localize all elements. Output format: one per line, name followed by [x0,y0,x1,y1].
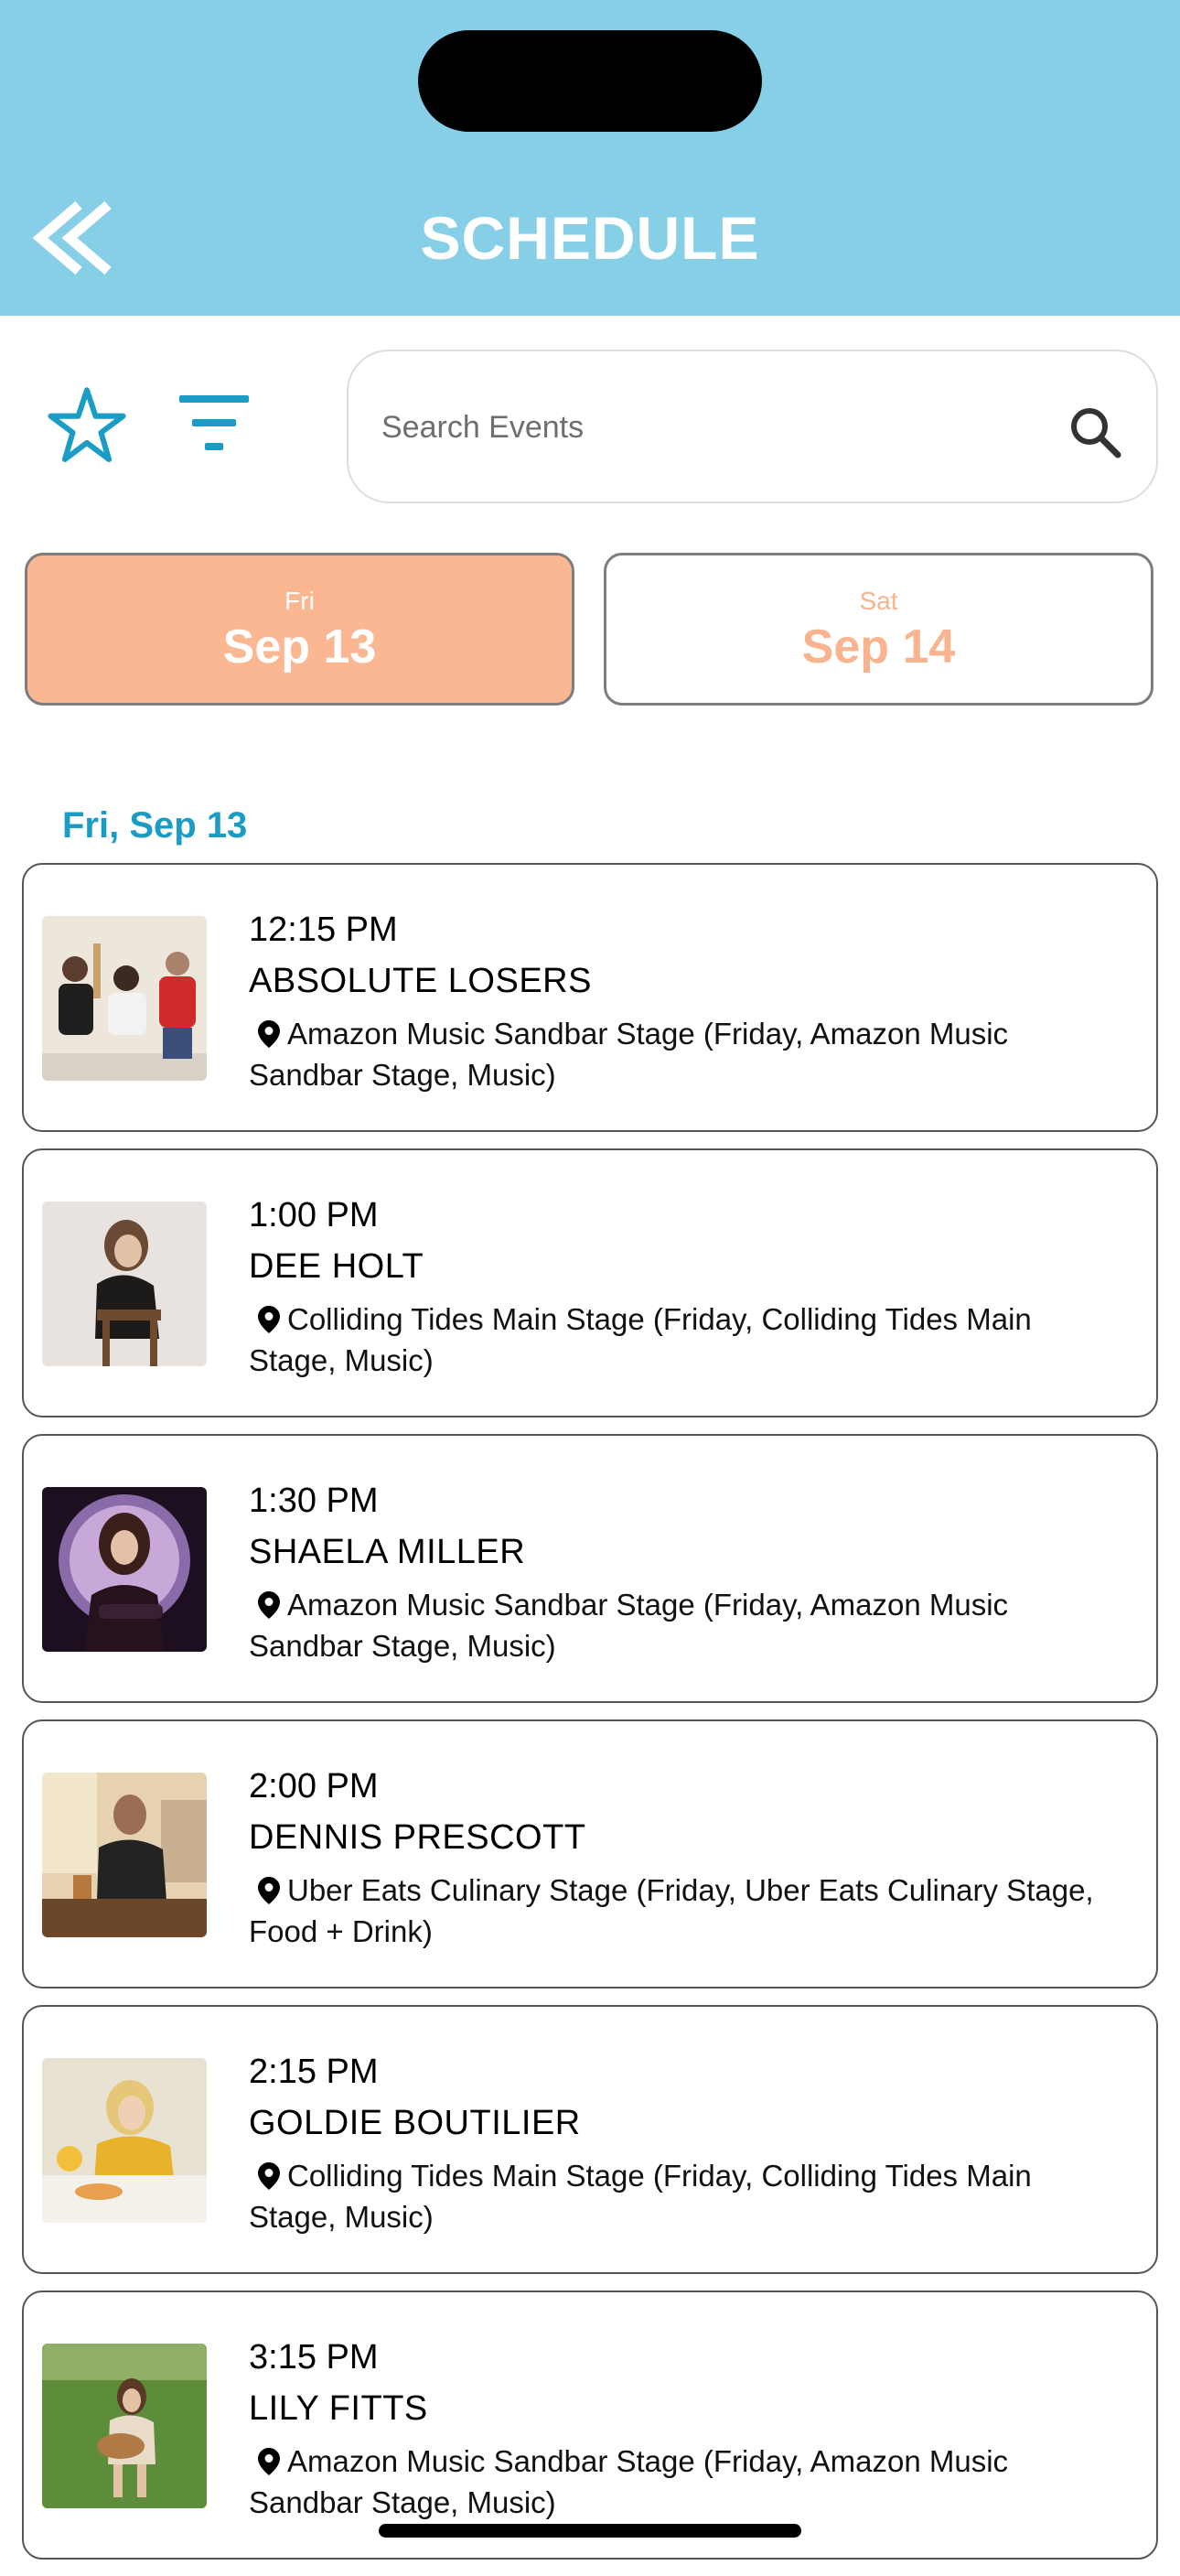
map-pin-icon [258,1020,280,1048]
map-pin-icon [258,2162,280,2190]
search-box [347,350,1158,503]
event-location-text: Amazon Music Sandbar Stage (Friday, Amaz… [249,1017,1009,1092]
event-location-text: Uber Eats Culinary Stage (Friday, Uber E… [249,1873,1094,1948]
event-thumbnail [42,2058,207,2223]
event-name: LILY FITTS [249,2389,428,2428]
map-pin-icon [258,1877,280,1904]
event-time: 1:30 PM [249,1482,379,1520]
day-tab-fri[interactable]: Fri Sep 13 [25,553,574,706]
day-tab-sat[interactable]: Sat Sep 14 [604,553,1153,706]
event-location-text: Amazon Music Sandbar Stage (Friday, Amaz… [249,1588,1009,1663]
day-tab-date: Sep 13 [222,620,377,674]
event-location: Amazon Music Sandbar Stage (Friday, Amaz… [249,1013,1127,1095]
map-pin-icon [258,2448,280,2475]
event-thumbnail [42,2344,207,2508]
event-card[interactable]: 2:15 PM GOLDIE BOUTILIER Colliding Tides… [22,2005,1158,2274]
event-time: 2:00 PM [249,1767,379,1805]
event-thumbnail [42,1487,207,1652]
filter-button[interactable] [179,392,262,458]
event-thumbnail [42,1202,207,1366]
event-location: Amazon Music Sandbar Stage (Friday, Amaz… [249,2441,1127,2523]
event-time: 12:15 PM [249,911,398,949]
event-card[interactable]: 3:15 PM LILY FITTS Amazon Music Sandbar … [22,2290,1158,2560]
star-outline-icon [48,387,126,462]
dynamic-island [418,30,762,132]
event-list: 12:15 PM ABSOLUTE LOSERS Amazon Music Sa… [22,863,1158,2576]
event-card[interactable]: 2:00 PM DENNIS PRESCOTT Uber Eats Culina… [22,1719,1158,1989]
day-tab-date: Sep 14 [801,620,956,674]
search-input[interactable] [380,397,1024,458]
app-header: SCHEDULE [0,0,1180,316]
event-location: Colliding Tides Main Stage (Friday, Coll… [249,2155,1127,2237]
event-name: GOLDIE BOUTILIER [249,2104,581,2142]
event-location-text: Amazon Music Sandbar Stage (Friday, Amaz… [249,2444,1009,2519]
day-tab-dow: Fri [284,587,315,615]
event-location: Uber Eats Culinary Stage (Friday, Uber E… [249,1870,1127,1952]
search-icon[interactable] [1067,404,1122,459]
event-location: Colliding Tides Main Stage (Friday, Coll… [249,1299,1127,1381]
favorites-button[interactable] [48,386,126,465]
event-card[interactable]: 12:15 PM ABSOLUTE LOSERS Amazon Music Sa… [22,863,1158,1132]
event-location-text: Colliding Tides Main Stage (Friday, Coll… [249,1302,1032,1377]
map-pin-icon [258,1306,280,1333]
event-thumbnail [42,1773,207,1937]
page-title: SCHEDULE [420,204,760,272]
event-name: DEE HOLT [249,1247,424,1286]
event-card[interactable]: 1:00 PM DEE HOLT Colliding Tides Main St… [22,1148,1158,1417]
event-time: 3:15 PM [249,2338,379,2377]
section-heading: Fri, Sep 13 [62,805,248,846]
event-name: ABSOLUTE LOSERS [249,962,592,1000]
event-time: 2:15 PM [249,2053,379,2091]
home-indicator[interactable] [379,2524,801,2538]
event-thumbnail [42,916,207,1081]
event-time: 1:00 PM [249,1196,379,1234]
event-name: SHAELA MILLER [249,1533,526,1571]
filter-lines-icon [179,395,249,450]
event-location: Amazon Music Sandbar Stage (Friday, Amaz… [249,1584,1127,1666]
event-location-text: Colliding Tides Main Stage (Friday, Coll… [249,2159,1032,2234]
event-card[interactable]: 1:30 PM SHAELA MILLER Amazon Music Sandb… [22,1434,1158,1703]
day-tab-dow: Sat [859,587,898,615]
event-name: DENNIS PRESCOTT [249,1818,586,1857]
map-pin-icon [258,1591,280,1619]
